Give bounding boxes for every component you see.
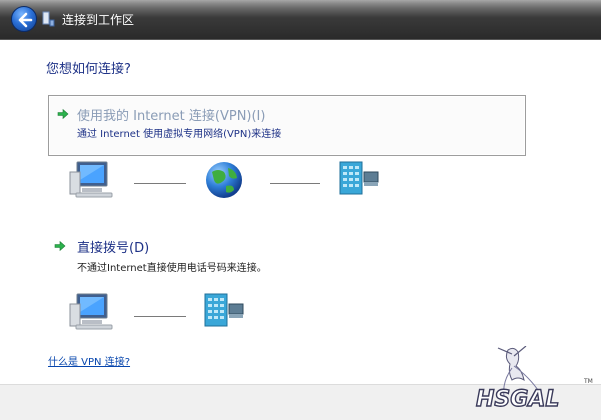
option-dial-description: 不通过Internet直接使用电话号码来连接。 [77, 263, 267, 274]
window-title: 连接到工作区 [62, 13, 135, 27]
title-bar: 连接到工作区 [0, 0, 601, 40]
globe-icon [206, 162, 242, 198]
option-vpn[interactable]: 使用我的 Internet 连接(VPN)(I) 通过 Internet 使用虚… [48, 95, 526, 156]
back-button[interactable] [11, 6, 37, 32]
computer-icon [69, 293, 113, 330]
server-icon [204, 293, 244, 327]
watermark-tm: TM [584, 378, 593, 385]
connection-line [270, 183, 320, 184]
network-icon [42, 11, 55, 27]
svg-text:HSGAL: HSGAL [476, 387, 559, 412]
option-dial[interactable]: 直接拨号(D) 不通过Internet直接使用电话号码来连接。 [48, 232, 526, 274]
option-vpn-description: 通过 Internet 使用虚拟专用网络(VPN)来连接 [77, 129, 282, 140]
option-vpn-title: 使用我的 Internet 连接(VPN)(I) [77, 109, 266, 124]
watermark-logo: HSGAL [475, 346, 560, 413]
connection-line [134, 316, 186, 317]
option-dial-title: 直接拨号(D) [77, 241, 150, 256]
back-arrow-icon [18, 12, 33, 28]
page-question: 您想如何连接? [46, 62, 131, 77]
help-link-vpn[interactable]: 什么是 VPN 连接? [48, 353, 130, 368]
green-arrow-icon [54, 240, 66, 252]
green-arrow-icon [57, 108, 69, 120]
server-icon [339, 161, 379, 195]
computer-icon [69, 161, 113, 198]
connection-line [134, 183, 186, 184]
